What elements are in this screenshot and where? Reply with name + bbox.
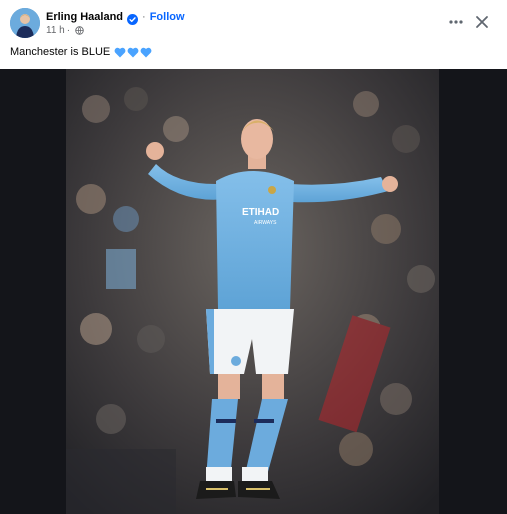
more-options-icon[interactable] [444, 10, 468, 34]
meta-separator-dot: · [66, 25, 71, 36]
blue-heart-icon [114, 47, 126, 57]
separator-dot: · [142, 11, 146, 23]
post-photo[interactable]: ETIHAD AIRWAYS [66, 69, 439, 514]
shirt-sponsor-text: ETIHAD [242, 207, 279, 218]
avatar-image [10, 8, 40, 38]
blue-heart-icon [140, 47, 152, 57]
caption-text: Manchester is BLUE [10, 46, 111, 58]
close-icon[interactable] [470, 10, 494, 34]
post-timestamp[interactable]: 11 h [46, 25, 65, 36]
follow-button[interactable]: Follow [150, 11, 185, 23]
shirt-sponsor-subtext: AIRWAYS [254, 220, 277, 226]
globe-icon[interactable] [75, 26, 84, 35]
post-header: Erling Haaland · Follow 11 h · [0, 0, 507, 44]
post-media[interactable]: ETIHAD AIRWAYS [0, 69, 507, 514]
post-meta: 11 h · [46, 25, 84, 36]
post-caption: Manchester is BLUE [10, 46, 152, 58]
author-name[interactable]: Erling Haaland [46, 11, 123, 23]
football-player-photo: ETIHAD AIRWAYS [66, 69, 439, 514]
caption-emojis [114, 47, 152, 58]
author-avatar[interactable] [10, 8, 40, 38]
author-line: Erling Haaland · Follow [46, 9, 185, 25]
blue-heart-icon [127, 47, 139, 57]
facebook-post: Erling Haaland · Follow 11 h · Mancheste… [0, 0, 507, 514]
verified-badge-icon [127, 12, 139, 25]
